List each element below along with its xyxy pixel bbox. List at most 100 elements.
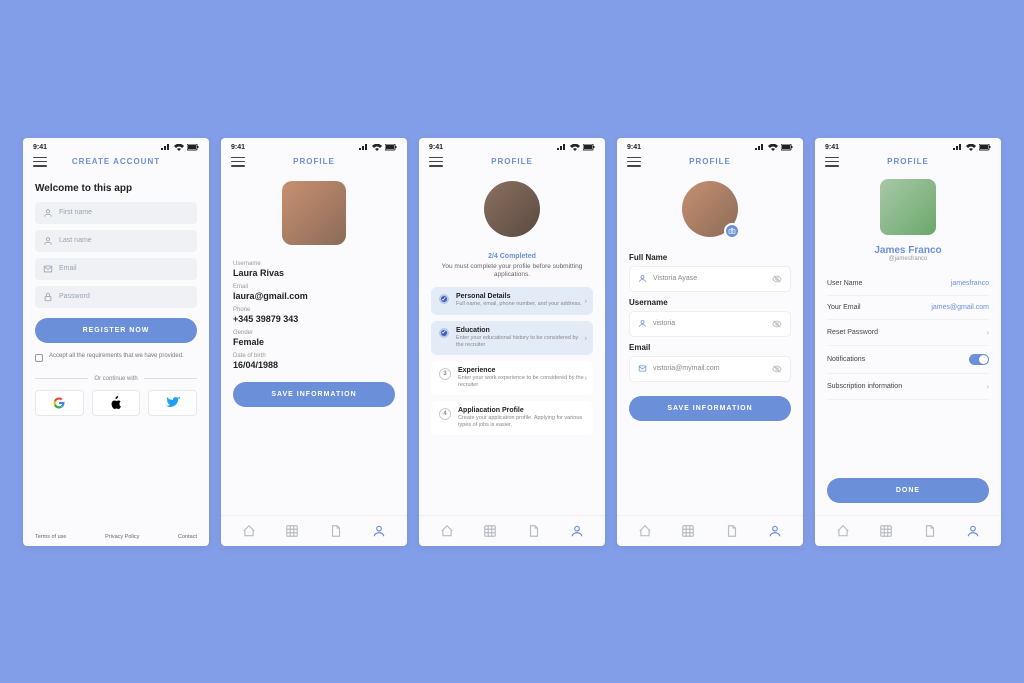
user-icon[interactable] — [768, 524, 782, 538]
save-button[interactable]: SAVE INFORMATION — [233, 382, 395, 407]
bottom-nav — [419, 515, 605, 546]
eye-off-icon[interactable] — [772, 274, 782, 284]
menu-icon[interactable] — [825, 157, 839, 167]
file-icon[interactable] — [329, 524, 343, 538]
fullname-field[interactable]: Vistoria Ayase — [629, 266, 791, 292]
status-bar: 9:41 — [617, 138, 803, 153]
check-icon: ✓ — [439, 328, 449, 338]
email-field[interactable]: vistoria@mymail.com — [629, 356, 791, 382]
chevron-right-icon: › — [584, 373, 587, 382]
top-bar: CREATE ACCOUNT — [23, 153, 209, 173]
bottom-nav — [221, 515, 407, 546]
google-button[interactable] — [35, 390, 84, 416]
welcome-heading: Welcome to this app — [35, 183, 197, 194]
progress-subtitle: You must complete your profile before su… — [439, 263, 585, 280]
home-icon[interactable] — [242, 524, 256, 538]
screen-profile-steps: 9:41 PROFILE 2/4 Completed You must comp… — [419, 138, 605, 546]
phone-label: Phone — [233, 307, 395, 313]
menu-icon[interactable] — [33, 157, 47, 167]
accept-checkbox[interactable]: Accept all the requirements that we have… — [35, 353, 197, 362]
gender-label: Gender — [233, 330, 395, 336]
home-icon[interactable] — [836, 524, 850, 538]
profile-handle: @jamesfranco — [827, 256, 989, 262]
footer-links: Terms of use Privacy Policy Contact — [35, 524, 197, 540]
menu-icon[interactable] — [627, 157, 641, 167]
user-icon[interactable] — [570, 524, 584, 538]
status-bar: 9:41 — [815, 138, 1001, 153]
user-icon — [43, 208, 53, 218]
mail-icon — [638, 364, 647, 373]
email-field[interactable]: Email — [35, 258, 197, 280]
page-title: CREATE ACCOUNT — [55, 157, 177, 166]
last-name-field[interactable]: Last name — [35, 230, 197, 252]
grid-icon[interactable] — [681, 524, 695, 538]
email-label: Email — [629, 343, 791, 352]
step-education[interactable]: ✓ EducationEnter your educational histor… — [431, 321, 593, 355]
dob-value: 16/04/1988 — [233, 360, 395, 370]
step-application[interactable]: 4 Appliacation ProfileCreate your applic… — [431, 401, 593, 435]
progress-text: 2/4 Completed — [431, 253, 593, 260]
status-time: 9:41 — [33, 144, 47, 151]
row-notifications[interactable]: Notifications — [827, 346, 989, 374]
status-bar: 9:41 — [221, 138, 407, 153]
file-icon[interactable] — [725, 524, 739, 538]
privacy-link[interactable]: Privacy Policy — [105, 534, 139, 540]
grid-icon[interactable] — [483, 524, 497, 538]
apple-button[interactable] — [92, 390, 141, 416]
eye-off-icon[interactable] — [772, 319, 782, 329]
notifications-toggle[interactable] — [969, 354, 989, 365]
file-icon[interactable] — [923, 524, 937, 538]
user-icon — [638, 319, 647, 328]
mail-icon — [43, 264, 53, 274]
camera-icon[interactable] — [724, 223, 740, 239]
screen-profile-view: 9:41 PROFILE Username Laura Rivas Email … — [221, 138, 407, 546]
terms-link[interactable]: Terms of use — [35, 534, 66, 540]
page-title: PROFILE — [847, 157, 969, 166]
password-field[interactable]: Password — [35, 286, 197, 308]
row-email[interactable]: Your Email james@gmail.com — [827, 296, 989, 320]
register-button[interactable]: REGISTER NOW — [35, 318, 197, 343]
done-button[interactable]: DONE — [827, 478, 989, 503]
menu-icon[interactable] — [429, 157, 443, 167]
row-username[interactable]: User Name jamesfranco — [827, 272, 989, 296]
checkbox-icon — [35, 354, 43, 362]
step-experience[interactable]: 3 ExperienceEnter your work experience t… — [431, 361, 593, 395]
page-title: PROFILE — [649, 157, 771, 166]
check-icon: ✓ — [439, 294, 449, 304]
twitter-button[interactable] — [148, 390, 197, 416]
user-icon — [638, 274, 647, 283]
avatar[interactable] — [880, 179, 936, 235]
user-icon[interactable] — [372, 524, 386, 538]
home-icon[interactable] — [440, 524, 454, 538]
eye-off-icon[interactable] — [772, 364, 782, 374]
bottom-nav — [617, 515, 803, 546]
user-icon[interactable] — [966, 524, 980, 538]
chevron-right-icon: › — [584, 333, 587, 342]
contact-link[interactable]: Contact — [178, 534, 197, 540]
email-value: laura@gmail.com — [233, 291, 395, 301]
row-reset-password[interactable]: Reset Password › — [827, 320, 989, 346]
avatar[interactable] — [484, 181, 540, 237]
divider: Or continue with — [35, 376, 197, 382]
screen-profile-edit: 9:41 PROFILE Full Name Vistoria Ayase Us… — [617, 138, 803, 546]
grid-icon[interactable] — [879, 524, 893, 538]
row-subscription[interactable]: Subscription information › — [827, 374, 989, 400]
grid-icon[interactable] — [285, 524, 299, 538]
username-field[interactable]: vistoria — [629, 311, 791, 337]
screen-create-account: 9:41 CREATE ACCOUNT Welcome to this app … — [23, 138, 209, 546]
step-personal[interactable]: ✓ Personal DetailsFull name, email, phon… — [431, 287, 593, 314]
phone-value: +345 39879 343 — [233, 314, 395, 324]
avatar[interactable] — [282, 181, 346, 245]
avatar[interactable] — [682, 181, 738, 237]
home-icon[interactable] — [638, 524, 652, 538]
username-value: Laura Rivas — [233, 268, 395, 278]
menu-icon[interactable] — [231, 157, 245, 167]
chevron-right-icon: › — [584, 296, 587, 305]
twitter-icon — [166, 397, 180, 409]
fullname-label: Full Name — [629, 253, 791, 262]
screen-profile-settings: 9:41 PROFILE James Franco @jamesfranco U… — [815, 138, 1001, 546]
gender-value: Female — [233, 337, 395, 347]
first-name-field[interactable]: First name — [35, 202, 197, 224]
save-button[interactable]: SAVE INFORMATION — [629, 396, 791, 421]
file-icon[interactable] — [527, 524, 541, 538]
